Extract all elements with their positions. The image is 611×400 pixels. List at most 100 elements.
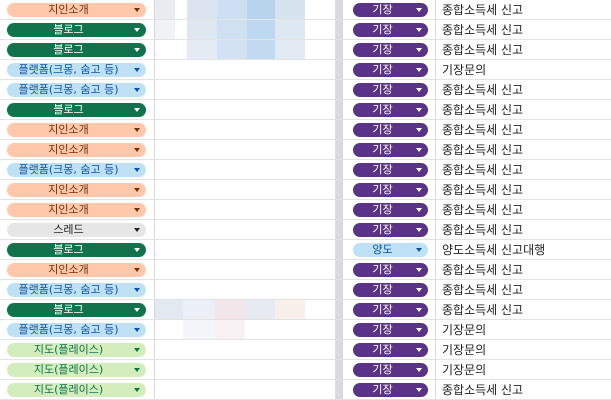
chevron-down-icon[interactable] — [416, 68, 422, 72]
source-dropdown-chip[interactable]: 지인소개 — [7, 123, 146, 137]
source-cell[interactable]: 지인소개 — [0, 200, 155, 220]
source-dropdown-chip[interactable]: 플랫폼(크몽, 숨고 등) — [7, 283, 146, 297]
service-cell[interactable]: 종합소득세 신고 — [436, 220, 611, 240]
chevron-down-icon[interactable] — [134, 228, 140, 232]
chevron-down-icon[interactable] — [134, 268, 140, 272]
type-dropdown-chip[interactable]: 기장 — [353, 263, 428, 277]
chevron-down-icon[interactable] — [134, 368, 140, 372]
service-cell[interactable]: 종합소득세 신고 — [436, 80, 611, 100]
source-cell[interactable]: 지인소개 — [0, 0, 155, 20]
service-cell[interactable]: 종합소득세 신고 — [436, 100, 611, 120]
chevron-down-icon[interactable] — [134, 248, 140, 252]
chevron-down-icon[interactable] — [134, 68, 140, 72]
type-dropdown-chip[interactable]: 기장 — [353, 123, 428, 137]
type-dropdown-chip[interactable]: 기장 — [353, 223, 428, 237]
chevron-down-icon[interactable] — [416, 308, 422, 312]
chevron-down-icon[interactable] — [134, 308, 140, 312]
source-dropdown-chip[interactable]: 지인소개 — [7, 203, 146, 217]
service-cell[interactable]: 종합소득세 신고 — [436, 280, 611, 300]
source-cell[interactable]: 블로그 — [0, 240, 155, 260]
type-cell[interactable]: 기장 — [343, 380, 436, 400]
type-cell[interactable]: 기장 — [343, 300, 436, 320]
source-dropdown-chip[interactable]: 플랫폼(크몽, 숨고 등) — [7, 63, 146, 77]
source-dropdown-chip[interactable]: 지도(플레이스) — [7, 383, 146, 397]
service-cell[interactable]: 기장문의 — [436, 340, 611, 360]
source-dropdown-chip[interactable]: 블로그 — [7, 243, 146, 257]
service-cell[interactable]: 종합소득세 신고 — [436, 40, 611, 60]
chevron-down-icon[interactable] — [416, 388, 422, 392]
chevron-down-icon[interactable] — [416, 248, 422, 252]
type-dropdown-chip[interactable]: 기장 — [353, 163, 428, 177]
type-cell[interactable]: 기장 — [343, 140, 436, 160]
chevron-down-icon[interactable] — [416, 88, 422, 92]
service-cell[interactable]: 기장문의 — [436, 60, 611, 80]
type-cell[interactable]: 기장 — [343, 340, 436, 360]
type-cell[interactable]: 기장 — [343, 180, 436, 200]
type-dropdown-chip[interactable]: 기장 — [353, 23, 428, 37]
chevron-down-icon[interactable] — [134, 28, 140, 32]
chevron-down-icon[interactable] — [416, 268, 422, 272]
chevron-down-icon[interactable] — [416, 188, 422, 192]
type-dropdown-chip[interactable]: 양도 — [353, 243, 428, 257]
chevron-down-icon[interactable] — [134, 208, 140, 212]
chevron-down-icon[interactable] — [416, 28, 422, 32]
source-cell[interactable]: 스레드 — [0, 220, 155, 240]
source-cell[interactable]: 블로그 — [0, 20, 155, 40]
source-cell[interactable]: 블로그 — [0, 100, 155, 120]
service-cell[interactable]: 기장문의 — [436, 320, 611, 340]
type-dropdown-chip[interactable]: 기장 — [353, 3, 428, 17]
type-dropdown-chip[interactable]: 기장 — [353, 63, 428, 77]
chevron-down-icon[interactable] — [134, 108, 140, 112]
source-dropdown-chip[interactable]: 지도(플레이스) — [7, 363, 146, 377]
type-cell[interactable]: 기장 — [343, 60, 436, 80]
type-dropdown-chip[interactable]: 기장 — [353, 363, 428, 377]
type-dropdown-chip[interactable]: 기장 — [353, 303, 428, 317]
service-cell[interactable]: 양도소득세 신고대행 — [436, 240, 611, 260]
type-dropdown-chip[interactable]: 기장 — [353, 343, 428, 357]
chevron-down-icon[interactable] — [134, 188, 140, 192]
type-cell[interactable]: 기장 — [343, 200, 436, 220]
type-cell[interactable]: 기장 — [343, 160, 436, 180]
chevron-down-icon[interactable] — [134, 148, 140, 152]
service-cell[interactable]: 종합소득세 신고 — [436, 120, 611, 140]
source-cell[interactable]: 지도(플레이스) — [0, 360, 155, 380]
chevron-down-icon[interactable] — [134, 48, 140, 52]
source-dropdown-chip[interactable]: 스레드 — [7, 223, 146, 237]
chevron-down-icon[interactable] — [134, 8, 140, 12]
type-cell[interactable]: 양도 — [343, 240, 436, 260]
chevron-down-icon[interactable] — [416, 228, 422, 232]
source-cell[interactable]: 지인소개 — [0, 180, 155, 200]
source-dropdown-chip[interactable]: 플랫폼(크몽, 숨고 등) — [7, 323, 146, 337]
source-cell[interactable]: 지인소개 — [0, 120, 155, 140]
chevron-down-icon[interactable] — [416, 368, 422, 372]
source-dropdown-chip[interactable]: 플랫폼(크몽, 숨고 등) — [7, 83, 146, 97]
chevron-down-icon[interactable] — [134, 388, 140, 392]
source-cell[interactable]: 블로그 — [0, 300, 155, 320]
type-dropdown-chip[interactable]: 기장 — [353, 383, 428, 397]
chevron-down-icon[interactable] — [134, 348, 140, 352]
chevron-down-icon[interactable] — [416, 108, 422, 112]
service-cell[interactable]: 종합소득세 신고 — [436, 160, 611, 180]
type-cell[interactable]: 기장 — [343, 320, 436, 340]
chevron-down-icon[interactable] — [416, 348, 422, 352]
source-dropdown-chip[interactable]: 지인소개 — [7, 3, 146, 17]
chevron-down-icon[interactable] — [416, 208, 422, 212]
service-cell[interactable]: 종합소득세 신고 — [436, 300, 611, 320]
source-dropdown-chip[interactable]: 지인소개 — [7, 183, 146, 197]
chevron-down-icon[interactable] — [416, 328, 422, 332]
source-dropdown-chip[interactable]: 지인소개 — [7, 143, 146, 157]
chevron-down-icon[interactable] — [416, 48, 422, 52]
chevron-down-icon[interactable] — [134, 168, 140, 172]
type-cell[interactable]: 기장 — [343, 0, 436, 20]
chevron-down-icon[interactable] — [416, 8, 422, 12]
type-cell[interactable]: 기장 — [343, 120, 436, 140]
service-cell[interactable]: 종합소득세 신고 — [436, 180, 611, 200]
source-cell[interactable]: 플랫폼(크몽, 숨고 등) — [0, 60, 155, 80]
source-dropdown-chip[interactable]: 지인소개 — [7, 263, 146, 277]
type-dropdown-chip[interactable]: 기장 — [353, 83, 428, 97]
type-dropdown-chip[interactable]: 기장 — [353, 103, 428, 117]
source-cell[interactable]: 플랫폼(크몽, 숨고 등) — [0, 80, 155, 100]
source-dropdown-chip[interactable]: 플랫폼(크몽, 숨고 등) — [7, 163, 146, 177]
source-dropdown-chip[interactable]: 블로그 — [7, 303, 146, 317]
source-cell[interactable]: 플랫폼(크몽, 숨고 등) — [0, 280, 155, 300]
